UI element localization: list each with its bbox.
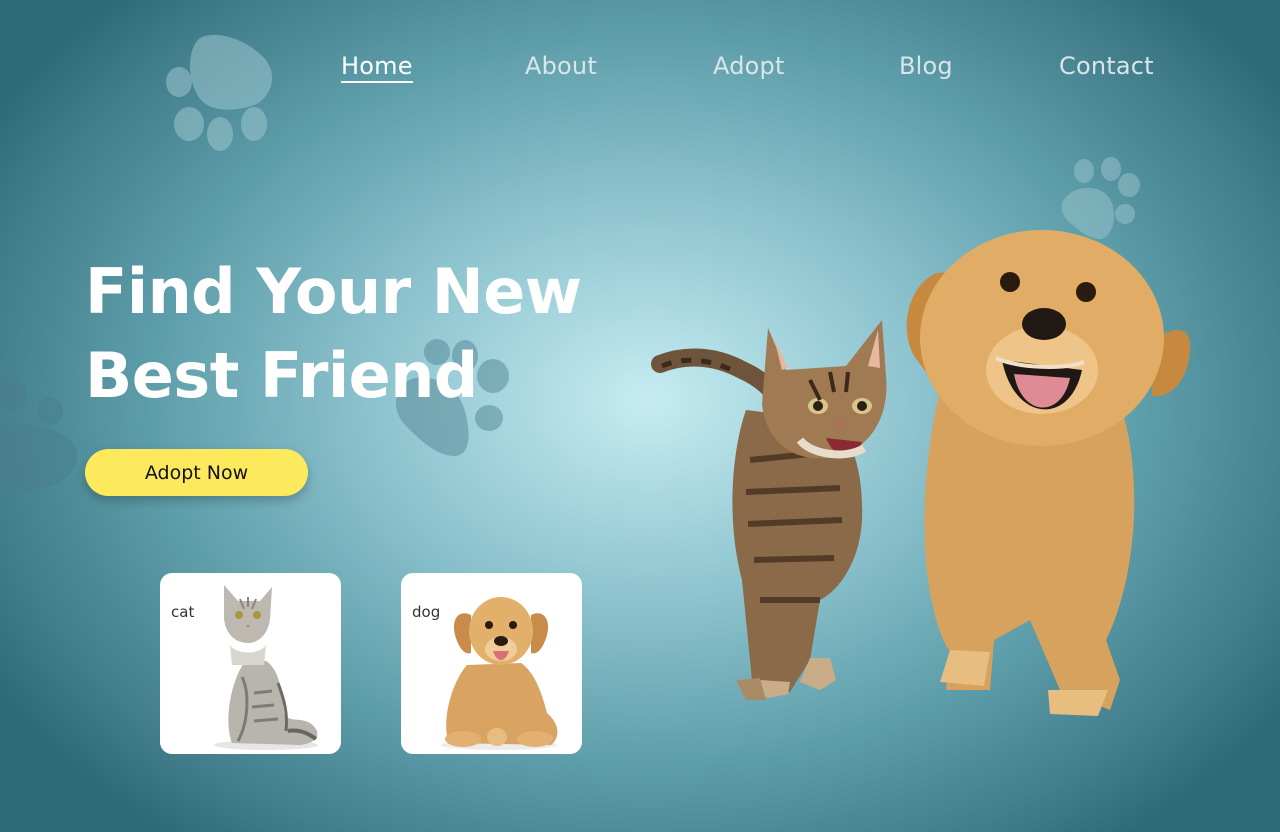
category-card-dog[interactable]: dog (401, 573, 582, 754)
nav-link-blog[interactable]: Blog (899, 52, 953, 80)
adopt-now-button[interactable]: Adopt Now (85, 449, 308, 496)
nav-link-home[interactable]: Home (341, 52, 413, 83)
hero-title-line-1: Find Your New (85, 255, 582, 328)
hero-title-line-2: Best Friend (85, 339, 478, 412)
nav-link-contact[interactable]: Contact (1059, 52, 1154, 80)
kitten-illustration (651, 320, 887, 700)
puppy-illustration (906, 230, 1191, 716)
cat-photo (214, 585, 318, 750)
category-card-cat[interactable]: cat (160, 573, 341, 754)
main-nav: Home About Adopt Blog Contact (0, 40, 1280, 100)
hero-image (650, 220, 1210, 734)
hero-title: Find Your New Best Friend (85, 250, 582, 418)
card-label: dog (412, 603, 441, 621)
nav-link-about[interactable]: About (525, 52, 597, 80)
paw-icon (0, 375, 80, 500)
dog-photo (441, 597, 558, 750)
nav-link-adopt[interactable]: Adopt (713, 52, 785, 80)
card-label: cat (171, 603, 195, 621)
